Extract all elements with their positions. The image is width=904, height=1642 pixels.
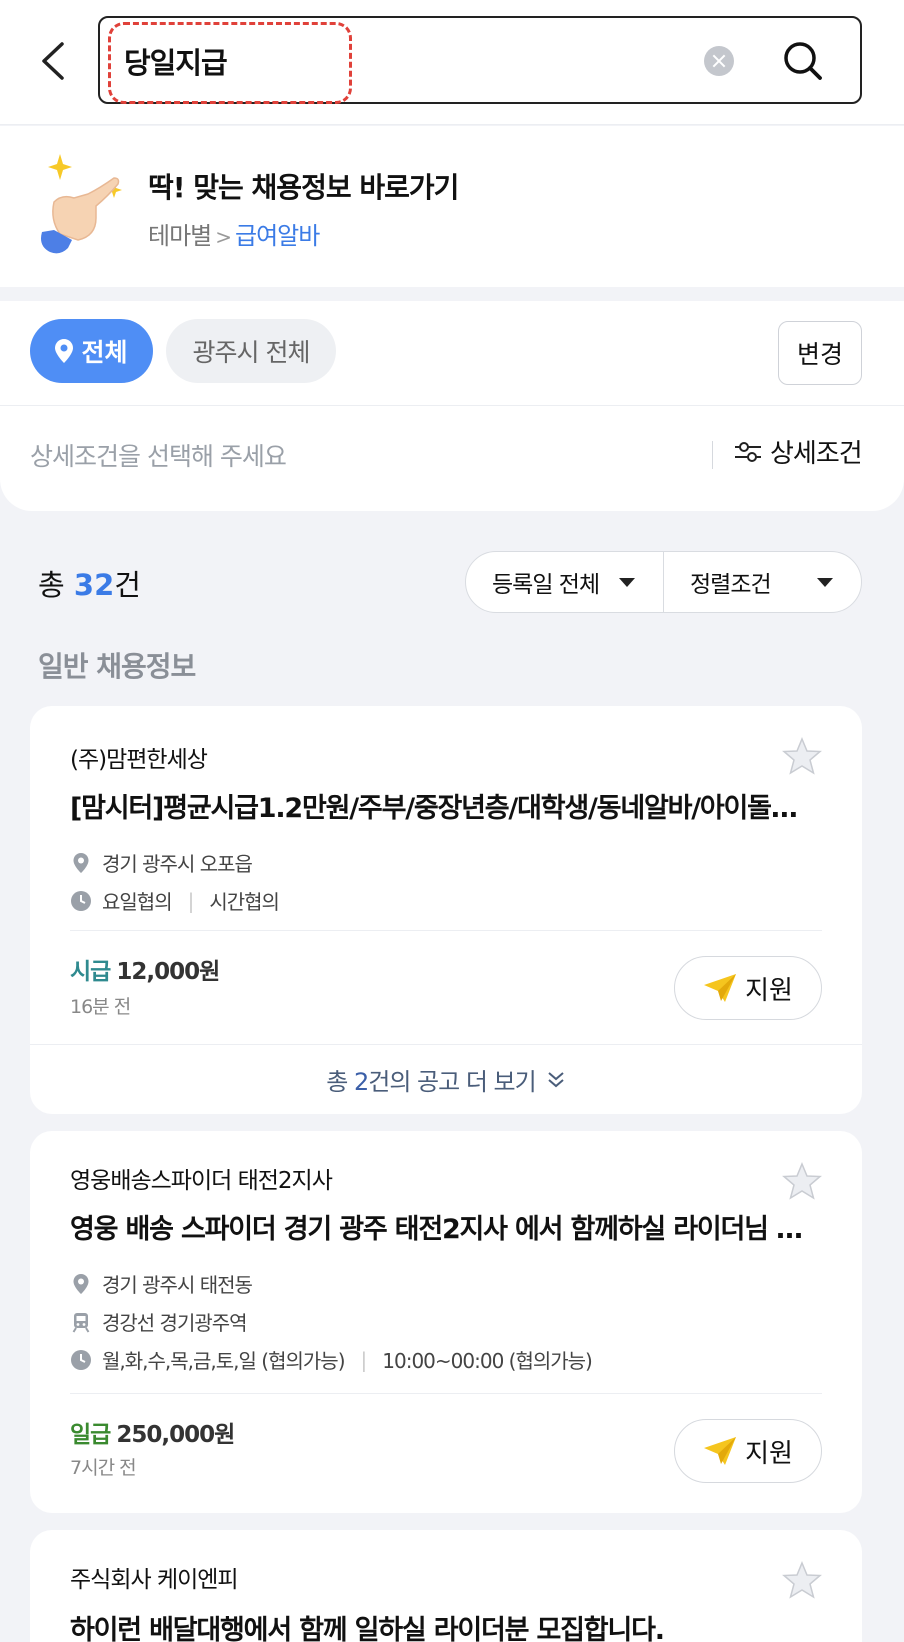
company-name: 주식회사 케이엔피 <box>70 1567 239 1593</box>
breadcrumb-parent: 테마별 <box>148 222 212 250</box>
pay-type: 시급 <box>70 959 111 985</box>
pay-amount: 250,000원 <box>116 1422 235 1448</box>
job-location: 경기 광주시 오포읍 <box>70 848 253 877</box>
schedule-hours: 시간협의 <box>209 890 280 914</box>
location-pin-icon <box>73 852 89 873</box>
job-station: 경강선 경기광주역 <box>70 1307 248 1336</box>
change-location-button[interactable]: 변경 <box>778 321 862 385</box>
posted-time: 7시간 전 <box>70 1457 137 1479</box>
job-card[interactable]: 주식회사 케이엔피 하이런 배달대행에서 함께 일하실 라이더분 모집합니다. <box>30 1530 862 1642</box>
theme-breadcrumb: 테마별 > 급여알바 <box>148 216 320 251</box>
section-title: 일반 채용정보 <box>38 650 196 683</box>
star-bookmark-icon[interactable] <box>782 1161 822 1201</box>
card-divider <box>70 1393 822 1394</box>
more-postings-text: 총 2건의 공고 더 보기 <box>326 1068 536 1096</box>
train-icon <box>72 1312 90 1333</box>
job-card[interactable]: 영웅배송스파이더 태전2지사 영웅 배송 스파이더 경기 광주 태전2지사 에서… <box>30 1131 862 1513</box>
breadcrumb-separator: > <box>215 225 232 249</box>
vertical-divider <box>712 441 713 469</box>
location-chip-all[interactable]: 전체 <box>30 319 153 383</box>
region-chip[interactable]: 광주시 전체 <box>166 319 336 383</box>
star-bookmark-icon[interactable] <box>782 736 822 776</box>
star-bookmark-icon[interactable] <box>782 1560 822 1600</box>
total-count: 총 32건 <box>38 562 141 604</box>
pointing-hand-sparkle-icon <box>34 148 138 258</box>
location-pin-icon <box>55 339 74 363</box>
job-title[interactable]: [맘시터]평균시급1.2만원/주부/중장년층/대학생/동네알바/아이돌보미 <box>70 786 810 825</box>
breadcrumb-current-link[interactable]: 급여알바 <box>235 222 320 250</box>
apply-label: 지원 <box>745 975 793 1006</box>
top-search-bar: 당일지급 <box>0 0 904 125</box>
job-schedule: 월,화,수,목,금,토,일 (협의가능) | 10:00~00:00 (협의가능) <box>70 1345 593 1374</box>
job-card[interactable]: (주)맘편한세상 [맘시터]평균시급1.2만원/주부/중장년층/대학생/동네알바… <box>30 706 862 1114</box>
filter-divider <box>0 405 904 406</box>
total-prefix: 총 <box>38 568 74 602</box>
clear-search-icon[interactable] <box>704 46 734 76</box>
pay-info: 시급 12,000원 <box>70 952 220 986</box>
caret-down-icon <box>619 577 635 587</box>
pipe-divider: | <box>360 1347 368 1372</box>
total-number: 32 <box>73 568 115 602</box>
apply-label: 지원 <box>745 1438 793 1469</box>
posted-time: 16분 전 <box>70 996 131 1018</box>
apply-button[interactable]: 지원 <box>674 1419 822 1483</box>
detail-conditions-button[interactable]: 상세조건 <box>734 433 863 470</box>
company-name: 영웅배송스파이더 태전2지사 <box>70 1168 333 1194</box>
theme-banner-title: 딱! 맞는 채용정보 바로가기 <box>148 171 459 204</box>
location-text: 경기 광주시 태전동 <box>102 1273 253 1297</box>
sort-dropdowns: 등록일 전체 정렬조건 <box>465 551 862 613</box>
clock-icon <box>71 1349 91 1370</box>
location-pin-icon <box>73 1273 89 1294</box>
schedule-days: 월,화,수,목,금,토,일 (협의가능) <box>102 1349 346 1373</box>
theme-shortcut-banner[interactable]: 딱! 맞는 채용정보 바로가기 테마별 > 급여알바 <box>0 126 904 287</box>
job-title[interactable]: 영웅 배송 스파이더 경기 광주 태전2지사 에서 함께하실 라이더님 모집합니… <box>70 1207 810 1246</box>
company-name: (주)맘편한세상 <box>70 747 208 773</box>
total-suffix: 건 <box>114 568 141 602</box>
schedule-hours: 10:00~00:00 (협의가능) <box>382 1349 593 1373</box>
pay-type: 일급 <box>70 1422 111 1448</box>
job-schedule: 요일협의 | 시간협의 <box>70 886 280 915</box>
paper-plane-icon <box>704 1437 737 1465</box>
sort-order-dropdown[interactable]: 정렬조건 <box>663 552 861 612</box>
sort-order-label: 정렬조건 <box>690 572 772 598</box>
search-icon[interactable] <box>780 38 826 84</box>
clock-icon <box>71 890 91 911</box>
caret-down-icon <box>817 577 833 587</box>
detail-conditions-label: 상세조건 <box>770 439 863 469</box>
more-postings-link[interactable]: 총 2건의 공고 더 보기 <box>30 1044 862 1114</box>
back-arrow-icon[interactable] <box>36 36 76 86</box>
filter-panel: 전체 광주시 전체 변경 상세조건을 선택해 주세요 상세조건 <box>0 301 904 511</box>
schedule-days: 요일협의 <box>102 890 173 914</box>
chip-all-label: 전체 <box>81 338 128 367</box>
detail-conditions-placeholder[interactable]: 상세조건을 선택해 주세요 <box>30 437 287 473</box>
pay-amount: 12,000원 <box>116 959 220 985</box>
station-text: 경강선 경기광주역 <box>102 1311 248 1335</box>
card-divider <box>70 930 822 931</box>
double-chevron-down-icon <box>548 1071 564 1087</box>
date-filter-dropdown[interactable]: 등록일 전체 <box>466 552 663 612</box>
paper-plane-icon <box>704 974 737 1002</box>
apply-button[interactable]: 지원 <box>674 956 822 1020</box>
job-location: 경기 광주시 태전동 <box>70 1269 253 1298</box>
date-filter-label: 등록일 전체 <box>492 572 600 598</box>
pay-info: 일급 250,000원 <box>70 1415 235 1449</box>
location-text: 경기 광주시 오포읍 <box>102 852 253 876</box>
job-title[interactable]: 하이런 배달대행에서 함께 일하실 라이더분 모집합니다. <box>70 1608 810 1642</box>
search-query-text[interactable]: 당일지급 <box>124 40 228 82</box>
search-input[interactable]: 당일지급 <box>98 16 862 104</box>
sliders-icon <box>735 441 761 462</box>
pipe-divider: | <box>187 888 195 913</box>
